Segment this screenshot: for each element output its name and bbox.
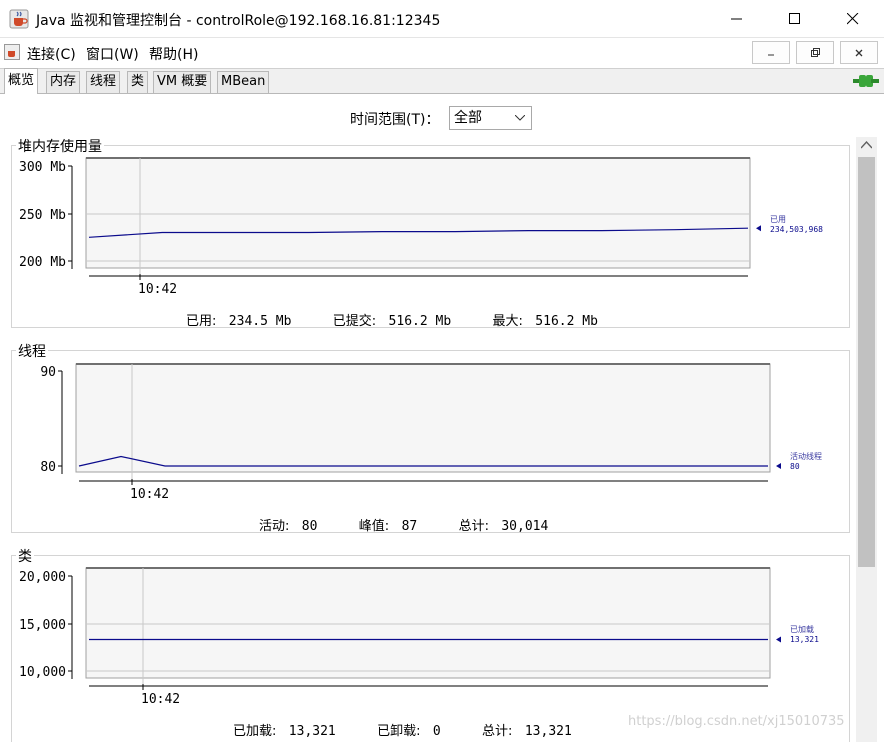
java-cup-icon (4, 44, 20, 60)
minimize-button[interactable] (708, 0, 766, 38)
classes-unloaded-value: 0 (432, 724, 441, 739)
time-range-select[interactable]: 全部 (449, 106, 532, 130)
classes-total-label: 总计: (482, 724, 513, 739)
inner-restore-button[interactable] (796, 41, 834, 64)
heap-max-value: 516.2 Mb (535, 314, 598, 329)
heap-used-label: 已用: (186, 314, 217, 329)
heap-committed-label: 已提交: (332, 314, 377, 329)
threads-summary: 活动: 80 峰值: 87 总计: 30,014 (259, 515, 548, 534)
minimize-icon (768, 54, 774, 55)
menu-window[interactable]: 窗口(W) (86, 44, 139, 64)
close-icon (855, 49, 863, 56)
classes-loaded-label: 已加载: (233, 724, 277, 739)
java-cup-icon (9, 9, 29, 29)
tab-threads[interactable]: 线程 (86, 71, 121, 93)
watermark: https://blog.csdn.net/xj15010735 (628, 714, 845, 729)
threads-total-label: 总计: (458, 519, 489, 534)
classes-total-value: 13,321 (524, 724, 572, 739)
threads-live-value: 80 (301, 519, 318, 534)
maximize-button[interactable] (766, 0, 824, 38)
tab-mbean[interactable]: MBean (217, 71, 270, 93)
threads-peak-label: 峰值: (358, 519, 390, 534)
heap-summary: 已用: 234.5 Mb 已提交: 516.2 Mb 最大: 516.2 Mb (186, 310, 598, 329)
time-range-value: 全部 (454, 110, 482, 126)
connection-status-icon (853, 75, 879, 87)
restore-icon (810, 48, 820, 57)
scrollbar-thumb[interactable] (858, 157, 875, 567)
threads-peak-value: 87 (401, 519, 418, 534)
heap-committed-value: 516.2 Mb (388, 314, 452, 329)
classes-loaded-value: 13,321 (288, 724, 336, 739)
threads-total-value: 30,014 (501, 519, 549, 534)
threads-panel (11, 350, 850, 533)
menu-connection[interactable]: 连接(C) (27, 44, 76, 64)
scroll-up-icon[interactable] (861, 141, 872, 149)
tab-classes[interactable]: 类 (127, 71, 149, 93)
title-bar: Java 监视和管理控制台 - controlRole@192.168.16.8… (0, 0, 884, 38)
inner-minimize-button[interactable] (752, 41, 790, 64)
maximize-icon (789, 13, 800, 24)
classes-unloaded-label: 已卸载: (377, 724, 421, 739)
close-button[interactable] (824, 0, 882, 38)
tab-vm-summary[interactable]: VM 概要 (153, 71, 212, 93)
threads-panel-title: 线程 (16, 341, 48, 361)
close-icon (847, 13, 859, 25)
threads-live-label: 活动: (259, 519, 290, 534)
heap-used-value: 234.5 Mb (228, 314, 292, 329)
tab-memory[interactable]: 内存 (46, 71, 81, 93)
inner-close-button[interactable] (840, 41, 878, 64)
tab-overview[interactable]: 概览 (4, 68, 39, 94)
heap-panel (11, 145, 850, 328)
time-range-label: 时间范围(T)： (350, 112, 440, 128)
heap-max-label: 最大: (492, 314, 523, 329)
classes-summary: 已加载: 13,321 已卸载: 0 总计: 13,321 (233, 720, 572, 739)
chevron-down-icon (515, 115, 525, 121)
minimize-icon (731, 18, 742, 20)
heap-panel-title: 堆内存使用量 (16, 136, 104, 156)
window-title: Java 监视和管理控制台 - controlRole@192.168.16.8… (36, 13, 441, 29)
classes-panel-title: 类 (16, 546, 34, 566)
menu-help[interactable]: 帮助(H) (149, 44, 198, 64)
